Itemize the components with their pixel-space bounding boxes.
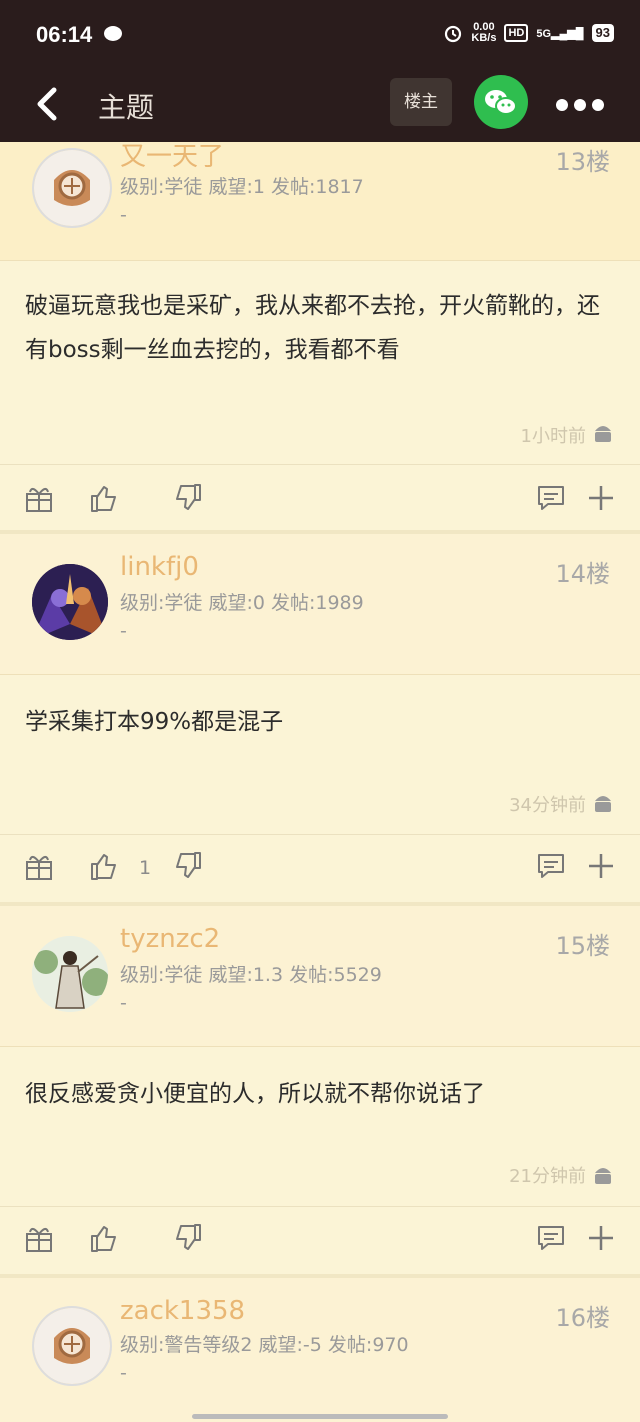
- user-signature: -: [120, 620, 127, 642]
- dislike-icon[interactable]: [174, 483, 204, 513]
- plus-icon[interactable]: [586, 483, 616, 513]
- post-content: 学采集打本99%都是混子: [25, 709, 284, 735]
- username[interactable]: linkfj0: [120, 552, 199, 582]
- wechat-icon: [485, 90, 517, 115]
- signal-icon: 5G▂▄▆█: [536, 27, 584, 40]
- home-indicator[interactable]: [192, 1414, 448, 1419]
- message-notification-icon: [104, 26, 122, 41]
- user-meta: 级别:警告等级2 威望:-5 发帖:970: [120, 1334, 409, 1356]
- android-icon: [595, 796, 611, 812]
- post-16: zack1358 级别:警告等级2 威望:-5 发帖:970 - 16楼: [0, 1278, 640, 1422]
- top-nav-bar: 主题 楼主: [0, 70, 640, 142]
- plus-icon[interactable]: [586, 1223, 616, 1253]
- post-content: 破逼玩意我也是采矿，我从来都不去抢，开火箭靴的，还有boss剩一丝血去挖的，我看…: [25, 293, 600, 363]
- action-bar: 1: [0, 834, 640, 901]
- username[interactable]: tyznzc2: [120, 924, 220, 954]
- post-content: 很反感爱贪小便宜的人，所以就不帮你说话了: [25, 1081, 485, 1107]
- avatar[interactable]: [32, 148, 112, 228]
- like-icon[interactable]: [88, 851, 118, 881]
- floor-number: 16楼: [555, 1304, 610, 1332]
- post-13: 又一天了 级别:学徒 威望:1 发帖:1817 - 13楼 破逼玩意我也是采矿，…: [0, 142, 640, 530]
- post-time: 21分钟前: [509, 1166, 586, 1187]
- battery-indicator: 93: [591, 24, 614, 42]
- like-count: 1: [139, 857, 152, 879]
- back-arrow-icon[interactable]: [30, 84, 70, 124]
- action-bar: [0, 1206, 640, 1273]
- more-options-button[interactable]: [556, 96, 612, 111]
- floor-number: 13楼: [555, 148, 610, 176]
- status-time: 06:14: [36, 22, 93, 47]
- user-signature: -: [120, 992, 127, 1014]
- post-15: tyznzc2 级别:学徒 威望:1.3 发帖:5529 - 15楼 很反感爱贪…: [0, 906, 640, 1274]
- page-title: 主题: [98, 91, 155, 124]
- network-speed: 0.00 KB/s: [471, 21, 497, 44]
- comment-icon[interactable]: [536, 483, 566, 513]
- alarm-icon: [445, 25, 462, 43]
- avatar[interactable]: [32, 564, 108, 640]
- gift-icon[interactable]: [24, 1223, 54, 1253]
- dislike-icon[interactable]: [174, 851, 204, 881]
- gift-icon[interactable]: [24, 483, 54, 513]
- android-icon: [595, 426, 611, 442]
- dislike-icon[interactable]: [174, 1223, 204, 1253]
- android-icon: [595, 1168, 611, 1184]
- comment-icon[interactable]: [536, 851, 566, 881]
- post-time: 34分钟前: [509, 795, 586, 816]
- user-meta: 级别:学徒 威望:1.3 发帖:5529: [120, 964, 382, 986]
- user-meta: 级别:学徒 威望:0 发帖:1989: [120, 592, 364, 614]
- floor-number: 14楼: [555, 560, 610, 588]
- user-meta: 级别:学徒 威望:1 发帖:1817: [120, 176, 364, 198]
- wechat-share-button[interactable]: [474, 75, 528, 129]
- status-bar: 06:14 0.00 KB/s HD 5G▂▄▆█ 93: [0, 0, 640, 70]
- hd-indicator: HD: [504, 24, 529, 42]
- action-bar: [0, 464, 640, 531]
- comment-icon[interactable]: [536, 1223, 566, 1253]
- like-icon[interactable]: [88, 1223, 118, 1253]
- plus-icon[interactable]: [586, 851, 616, 881]
- user-signature: -: [120, 204, 127, 226]
- owner-only-button[interactable]: 楼主: [390, 78, 452, 126]
- floor-number: 15楼: [555, 932, 610, 960]
- like-icon[interactable]: [88, 483, 118, 513]
- avatar[interactable]: [32, 1306, 112, 1386]
- username[interactable]: 又一天了: [120, 136, 224, 173]
- gift-icon[interactable]: [24, 851, 54, 881]
- post-14: linkfj0 级别:学徒 威望:0 发帖:1989 - 14楼 学采集打本99…: [0, 534, 640, 902]
- user-signature: -: [120, 1362, 127, 1384]
- post-time: 1小时前: [520, 426, 586, 447]
- username[interactable]: zack1358: [120, 1296, 245, 1326]
- avatar[interactable]: [32, 936, 108, 1012]
